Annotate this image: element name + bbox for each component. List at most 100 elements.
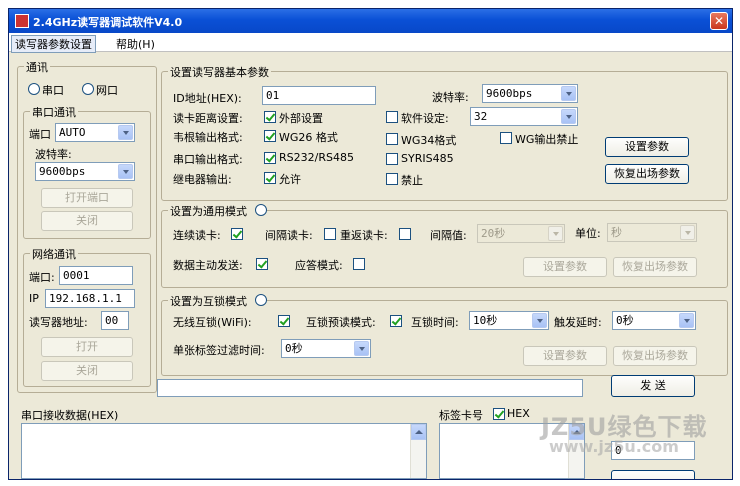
open-port-button[interactable]: 打开端口 xyxy=(41,188,133,208)
network-radio[interactable] xyxy=(82,83,94,95)
rs232-label: RS232/RS485 xyxy=(279,151,354,164)
active-send-checkbox[interactable] xyxy=(256,258,268,270)
wiegand-format-label: 韦根输出格式: xyxy=(173,131,243,144)
basic-baud-select[interactable]: 9600bps xyxy=(482,84,578,103)
basic-restore-button[interactable]: 恢复出场参数 xyxy=(605,164,689,184)
interval-read-checkbox[interactable] xyxy=(324,228,336,240)
interlock-mode-title: 设置为互锁模式 xyxy=(168,293,263,309)
watermark-url: www.jz5u.com xyxy=(549,437,679,456)
menu-reader-settings[interactable]: 读写器参数设置 xyxy=(11,35,96,53)
tag-number-label: 标签卡号 xyxy=(439,409,483,422)
trigger-delay-select[interactable]: 0秒 xyxy=(612,311,696,330)
trigger-delay-value: 0秒 xyxy=(616,314,634,327)
send-button[interactable]: 发 送 xyxy=(611,375,695,397)
external-setting-checkbox[interactable] xyxy=(264,111,276,123)
serial-output-label: 串口输出格式: xyxy=(173,153,243,166)
chevron-down-icon[interactable] xyxy=(354,341,369,356)
generic-mode-title: 设置为通用模式 xyxy=(168,203,263,219)
wg26-label: WG26 格式 xyxy=(279,131,338,144)
filter-time-label: 单张标签过滤时间: xyxy=(173,344,265,357)
software-setting-checkbox[interactable] xyxy=(386,111,398,123)
serial-port-value: AUTO xyxy=(59,126,86,139)
serial-receive-textarea[interactable] xyxy=(21,423,427,479)
network-radio-label: 网口 xyxy=(96,84,118,97)
relay-forbid-checkbox[interactable] xyxy=(386,173,398,185)
wg-disable-label: WG输出禁止 xyxy=(515,133,579,146)
wireless-interlock-checkbox[interactable] xyxy=(278,315,290,327)
chevron-down-icon[interactable] xyxy=(561,86,576,101)
relay-allow-checkbox[interactable] xyxy=(264,172,276,184)
software-setting-select[interactable]: 32 xyxy=(470,107,578,126)
wg-disable-checkbox[interactable] xyxy=(500,132,512,144)
generic-mode-radio[interactable] xyxy=(255,204,267,216)
basic-set-params-button[interactable]: 设置参数 xyxy=(605,137,689,157)
preread-mode-checkbox[interactable] xyxy=(390,315,402,327)
wg34-checkbox[interactable] xyxy=(386,133,398,145)
hex-label: HEX xyxy=(507,407,530,420)
serial-port-label: 端口 xyxy=(29,128,51,141)
basic-params-title: 设置读写器基本参数 xyxy=(168,64,271,80)
net-port-label: 端口: xyxy=(29,271,55,284)
serial-baud-select[interactable]: 9600bps xyxy=(35,162,135,181)
interval-read-label: 间隔读卡: xyxy=(265,229,313,242)
unit-label: 单位: xyxy=(575,227,601,240)
close-button[interactable]: ✕ xyxy=(710,12,728,30)
wireless-interlock-label: 无线互锁(WiFi): xyxy=(173,316,252,329)
unit-select[interactable]: 秒 xyxy=(607,223,697,242)
menu-help[interactable]: 帮助(H) xyxy=(113,36,158,52)
id-address-label: ID地址(HEX): xyxy=(173,92,242,105)
serial-baud-value: 9600bps xyxy=(39,165,86,178)
receive-scrollbar[interactable] xyxy=(410,424,426,478)
id-address-input[interactable]: 01 xyxy=(262,86,376,105)
relay-output-label: 继电器输出: xyxy=(173,173,232,186)
unit-value: 秒 xyxy=(611,226,622,239)
reader-addr-input[interactable]: 00 xyxy=(101,311,129,330)
net-open-button[interactable]: 打开 xyxy=(41,337,133,357)
send-input[interactable] xyxy=(157,379,583,397)
chevron-down-icon[interactable] xyxy=(680,225,695,240)
filter-time-select[interactable]: 0秒 xyxy=(281,339,371,358)
chevron-down-icon[interactable] xyxy=(561,109,576,124)
chevron-down-icon[interactable] xyxy=(679,313,694,328)
hex-checkbox[interactable] xyxy=(493,408,505,420)
partial-button[interactable] xyxy=(611,470,695,479)
net-close-button[interactable]: 关闭 xyxy=(41,361,133,381)
app-icon xyxy=(15,14,29,28)
interlock-restore-button[interactable]: 恢复出场参数 xyxy=(613,346,697,366)
chevron-down-icon[interactable] xyxy=(548,226,563,241)
serial-port-select[interactable]: AUTO xyxy=(55,123,135,142)
serial-radio[interactable] xyxy=(28,83,40,95)
read-distance-label: 读卡距离设置: xyxy=(173,112,243,125)
interlock-time-select[interactable]: 10秒 xyxy=(469,311,549,330)
title-bar[interactable]: 2.4GHz读写器调试软件V4.0 ✕ xyxy=(9,9,732,33)
active-send-label: 数据主动发送: xyxy=(173,259,243,272)
interlock-mode-radio[interactable] xyxy=(255,294,267,306)
close-port-button[interactable]: 关闭 xyxy=(41,211,133,231)
continuous-read-checkbox[interactable] xyxy=(231,228,243,240)
chevron-down-icon[interactable] xyxy=(118,125,133,140)
interval-value-select[interactable]: 20秒 xyxy=(477,224,565,243)
syris485-label: SYRIS485 xyxy=(401,152,454,165)
ip-input[interactable]: 192.168.1.1 xyxy=(45,289,135,308)
interlock-set-params-button[interactable]: 设置参数 xyxy=(523,346,607,366)
chevron-down-icon[interactable] xyxy=(532,313,547,328)
interval-value: 20秒 xyxy=(481,227,506,240)
net-port-input[interactable]: 0001 xyxy=(59,266,133,285)
answer-mode-checkbox[interactable] xyxy=(353,258,365,270)
generic-restore-button[interactable]: 恢复出场参数 xyxy=(613,257,697,277)
relay-allow-label: 允许 xyxy=(279,173,301,186)
wg26-checkbox[interactable] xyxy=(264,130,276,142)
rs232-checkbox[interactable] xyxy=(264,152,276,164)
chevron-down-icon[interactable] xyxy=(118,164,133,179)
scroll-up-icon[interactable] xyxy=(411,424,426,440)
syris485-checkbox[interactable] xyxy=(386,153,398,165)
wg34-label: WG34格式 xyxy=(401,134,457,147)
filter-time-value: 0秒 xyxy=(285,342,303,355)
interval-value-label: 间隔值: xyxy=(430,229,467,242)
generic-set-params-button[interactable]: 设置参数 xyxy=(523,257,607,277)
serial-receive-label: 串口接收数据(HEX) xyxy=(21,409,119,422)
relay-forbid-label: 禁止 xyxy=(401,174,423,187)
repeat-read-checkbox[interactable] xyxy=(399,228,411,240)
preread-mode-label: 互锁预读模式: xyxy=(306,316,376,329)
answer-mode-label: 应答模式: xyxy=(295,259,343,272)
